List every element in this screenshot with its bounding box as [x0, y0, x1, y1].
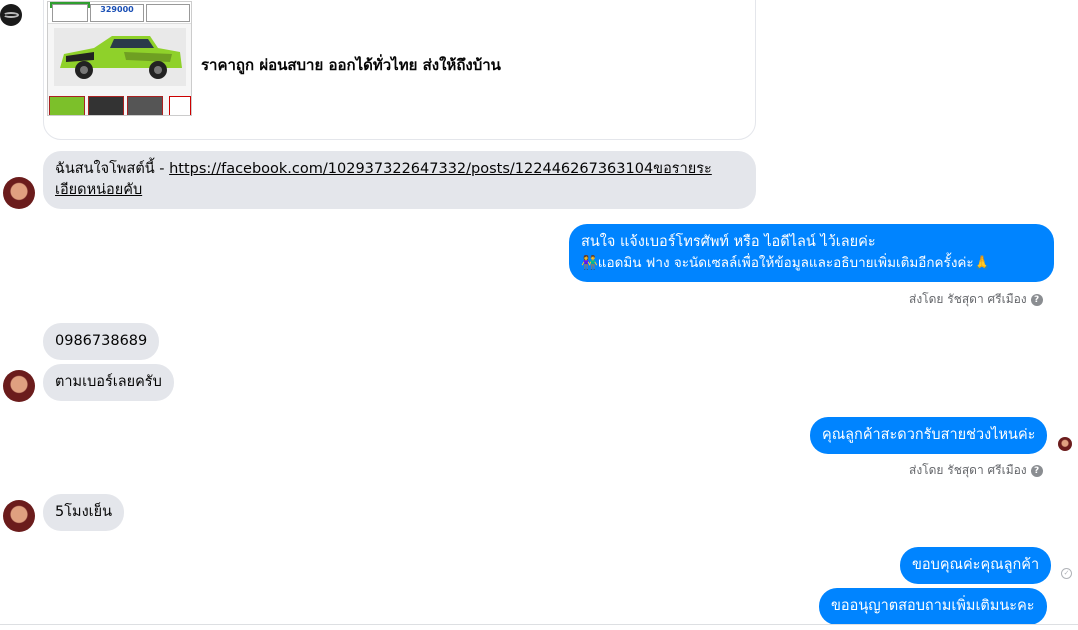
customer-avatar[interactable]	[3, 500, 35, 532]
message-bubble-outgoing[interactable]: ขอบคุณค่ะคุณลูกค้า	[900, 547, 1052, 584]
ad-header-band: 329000	[48, 2, 191, 24]
pickup-truck-image	[54, 28, 186, 86]
message-line: สนใจ แจ้งเบอร์โทรศัพท์ หรือ ไอดีไลน์ ไว้…	[581, 234, 876, 250]
post-link-continued[interactable]: เอียดหน่อยคับ	[55, 182, 142, 198]
sent-by-text: ส่งโดย รัชสุดา ศรีเมือง	[909, 292, 1027, 306]
delivered-check-icon: ✓	[1061, 568, 1072, 579]
page-avatar[interactable]	[0, 4, 22, 26]
message-bubble-incoming[interactable]: ตามเบอร์เลยครับ	[43, 364, 174, 401]
sent-by-text: ส่งโดย รัชสุดา ศรีเมือง	[909, 463, 1027, 477]
thumbnail	[88, 96, 124, 115]
composer-divider	[0, 624, 1078, 625]
ad-price: 329000	[100, 5, 134, 14]
message-bubble-incoming[interactable]: ฉันสนใจโพสต์นี้ - https://facebook.com/1…	[43, 151, 756, 209]
customer-avatar[interactable]	[3, 177, 35, 209]
customer-avatar[interactable]	[3, 370, 35, 402]
sent-by-label: ส่งโดย รัชสุดา ศรีเมือง ?	[909, 290, 1043, 309]
message-bubble-incoming[interactable]: 0986738689	[43, 323, 160, 360]
post-link[interactable]: https://facebook.com/102937322647332/pos…	[169, 161, 712, 177]
message-bubble-incoming[interactable]: 5โมงเย็น	[43, 494, 125, 531]
help-icon[interactable]: ?	[1030, 464, 1043, 477]
message-bubble-outgoing[interactable]: ขออนุญาตสอบถามเพิ่มเติมนะคะ	[819, 588, 1047, 625]
thumbnail	[49, 96, 85, 115]
message-text: ขอบคุณค่ะคุณลูกค้า	[912, 557, 1040, 573]
message-text: 5โมงเย็น	[55, 504, 113, 520]
message-bubble-outgoing[interactable]: คุณลูกค้าสะดวกรับสายช่วงไหนค่ะ	[810, 417, 1048, 454]
message-prefix: ฉันสนใจโพสต์นี้ -	[55, 161, 170, 177]
help-icon[interactable]: ?	[1030, 293, 1043, 306]
thumbnail	[127, 96, 163, 115]
message-text: 0986738689	[55, 333, 148, 349]
ad-thumbnails	[48, 95, 191, 115]
car-ad-image[interactable]: 329000	[47, 1, 192, 116]
message-text: ตามเบอร์เลยครับ	[55, 374, 162, 390]
message-text: ขออนุญาตสอบถามเพิ่มเติมนะคะ	[831, 598, 1035, 614]
message-text: คุณลูกค้าสะดวกรับสายช่วงไหนค่ะ	[822, 427, 1036, 443]
message-bubble-outgoing[interactable]: สนใจ แจ้งเบอร์โทรศัพท์ หรือ ไอดีไลน์ ไว้…	[569, 224, 1054, 282]
seen-avatar	[1058, 437, 1072, 451]
card-caption: ราคาถูก ผ่อนสบาย ออกได้ทั่วไทย ส่งให้ถึง…	[201, 56, 501, 74]
message-line: 👫แอดมิน ฟาง จะนัดเซลล์เพื่อให้ข้อมูลและอ…	[581, 255, 991, 271]
ad-sticker	[169, 96, 191, 115]
sent-by-label: ส่งโดย รัชสุดา ศรีเมือง ?	[909, 461, 1043, 480]
page-logo-icon	[3, 12, 19, 18]
ad-info-box	[52, 4, 88, 22]
ad-price-box: 329000	[90, 4, 144, 22]
product-card[interactable]: 329000 ราคาถูก ผ่อนสบาย ออกได้ทั่วไทย ส่…	[43, 0, 756, 140]
ad-detail-box	[146, 4, 190, 22]
